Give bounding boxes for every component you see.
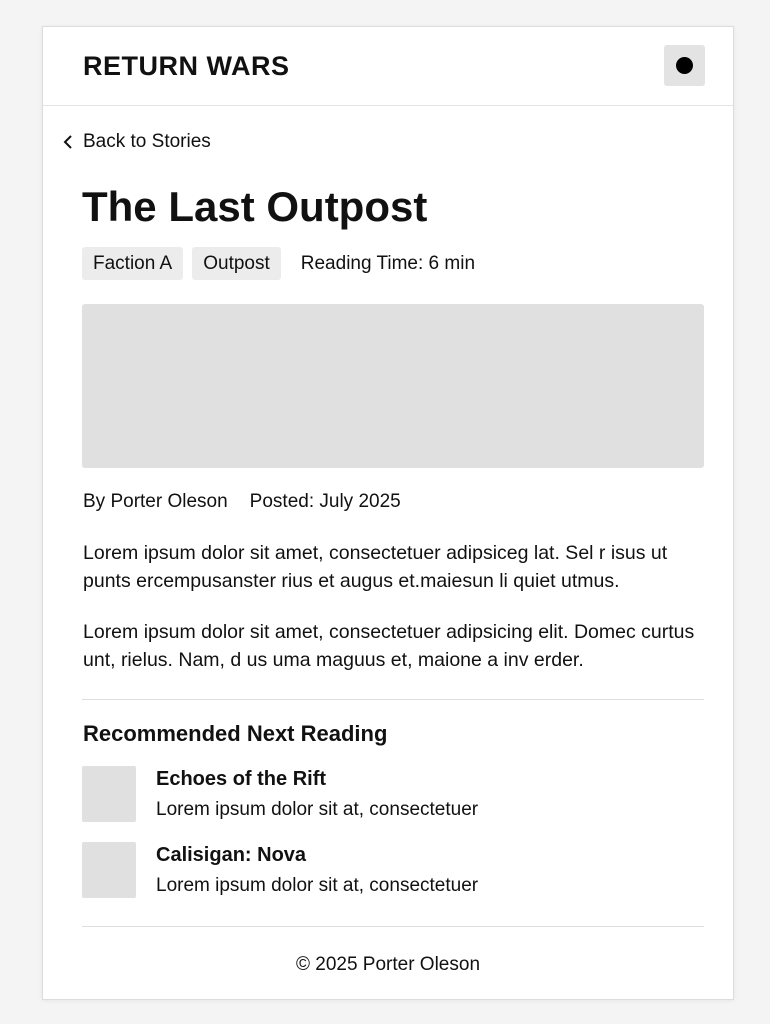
recommended-title[interactable]: Calisigan: Nova bbox=[156, 844, 306, 867]
recommended-description: Lorem ipsum dolor sit at, consectetuer bbox=[156, 875, 479, 896]
posted-date: Posted: July 2025 bbox=[249, 491, 401, 512]
recommended-item-echoes-of-the-rift[interactable]: Echoes of the Rift Lorem ipsum dolor sit… bbox=[82, 765, 704, 823]
recommended-thumbnail bbox=[82, 842, 136, 898]
article-tags: Faction A Outpost Reading Time: 6 min bbox=[82, 247, 475, 280]
site-brand[interactable]: RETURN WARS bbox=[83, 51, 290, 82]
tag-outpost[interactable]: Outpost bbox=[192, 247, 281, 280]
tag-faction-a[interactable]: Faction A bbox=[82, 247, 184, 280]
back-link-label: Back to Stories bbox=[83, 131, 211, 152]
reading-time: Reading Time: 6 min bbox=[300, 252, 476, 274]
author-byline: By Porter Oleson bbox=[83, 491, 228, 512]
recommended-description: Lorem ipsum dolor sit at, consectetuer bbox=[156, 799, 479, 820]
divider bbox=[82, 699, 704, 700]
site-header: RETURN WARS bbox=[43, 27, 733, 106]
page-card: RETURN WARS Back to Stories The Last Out… bbox=[42, 26, 734, 1000]
hero-image-placeholder bbox=[82, 304, 704, 468]
menu-button[interactable] bbox=[664, 45, 705, 86]
divider bbox=[82, 926, 704, 927]
recommended-heading: Recommended Next Reading bbox=[83, 721, 388, 746]
back-to-stories-link[interactable]: Back to Stories bbox=[63, 131, 211, 153]
article-paragraph: Lorem ipsum dolor sit amet, consectetuer… bbox=[83, 621, 695, 671]
recommended-thumbnail bbox=[82, 766, 136, 822]
article-title: The Last Outpost bbox=[82, 183, 428, 230]
circle-dot-icon bbox=[676, 57, 693, 74]
article-paragraph: Lorem ipsum dolor sit amet, consectetuer… bbox=[83, 542, 668, 592]
chevron-left-icon bbox=[63, 135, 72, 149]
article-meta: By Porter Oleson Posted: July 2025 bbox=[83, 491, 401, 513]
footer-copyright: © 2025 Porter Oleson bbox=[295, 954, 481, 975]
recommended-item-calisigan-nova[interactable]: Calisigan: Nova Lorem ipsum dolor sit at… bbox=[82, 841, 704, 899]
recommended-title[interactable]: Echoes of the Rift bbox=[156, 768, 326, 791]
